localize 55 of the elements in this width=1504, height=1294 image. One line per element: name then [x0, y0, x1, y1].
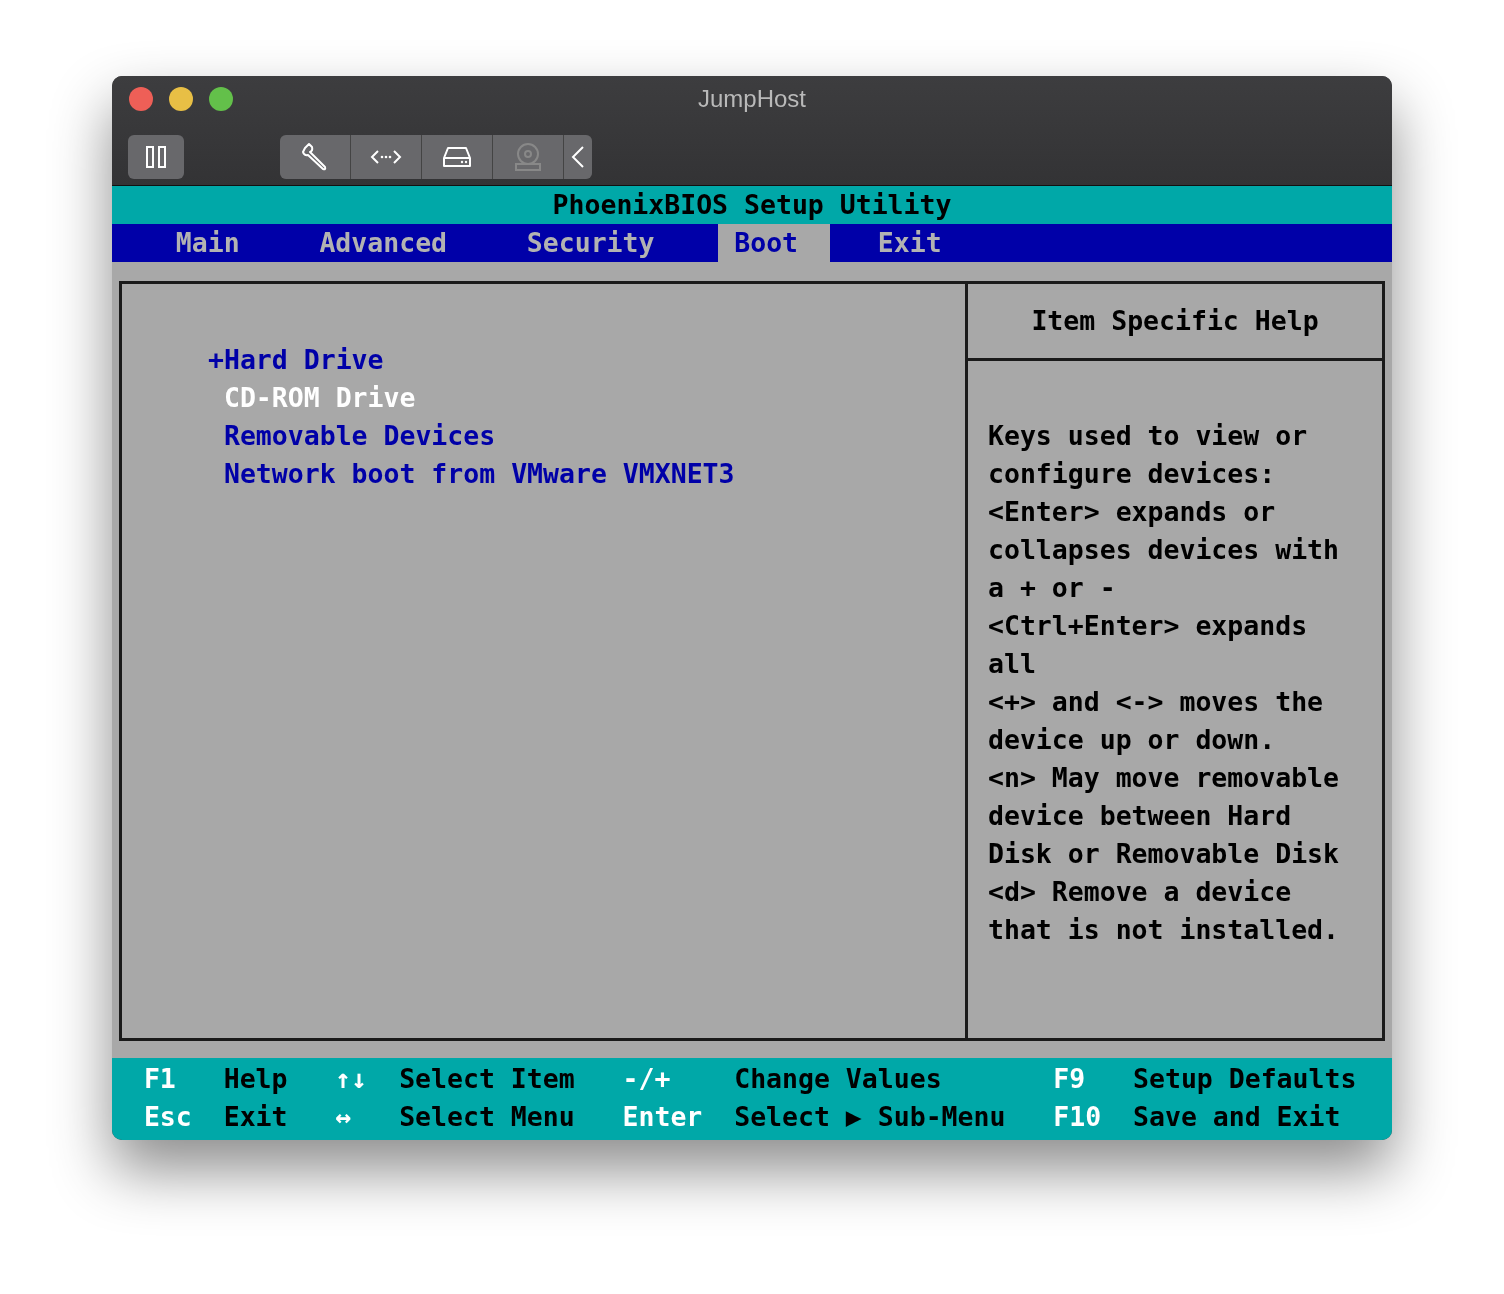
menu-tab[interactable]: Main — [159, 224, 272, 262]
boot-device-item[interactable]: Removable Devices — [223, 417, 496, 455]
key-action: Setup Defaults — [1133, 1062, 1358, 1096]
disk-button[interactable] — [422, 135, 492, 179]
help-text-line: <d> Remove a device — [988, 875, 1293, 909]
wrench-button[interactable] — [280, 135, 350, 179]
menu-tab[interactable]: Advanced — [303, 224, 479, 262]
menu-tab[interactable]: Exit — [861, 224, 974, 262]
disc-icon — [513, 142, 543, 172]
help-text-line: <Enter> expands or — [988, 495, 1277, 529]
help-text-line: that is not installed. — [988, 913, 1340, 947]
help-text-line: device between Hard — [988, 799, 1293, 833]
key-label: ↔ — [335, 1100, 353, 1134]
help-text-line: configure devices: — [988, 457, 1277, 491]
help-text-line: <+> and <-> moves the — [988, 685, 1325, 719]
key-label: F9 — [1053, 1062, 1087, 1096]
minimize-button[interactable] — [169, 87, 193, 111]
pause-button[interactable] — [128, 135, 184, 179]
help-text-line: <n> May move removable — [988, 761, 1340, 795]
key-action: Change Values — [734, 1062, 943, 1096]
key-action: Select Item — [399, 1062, 576, 1096]
bios-title: PhoenixBIOS Setup Utility — [112, 186, 1392, 224]
key-label: Esc — [143, 1100, 193, 1134]
boot-device-item[interactable]: Network boot from VMware VMXNET3 — [223, 455, 735, 493]
collapse-button[interactable] — [564, 135, 592, 179]
boot-device-item[interactable]: Hard Drive — [223, 341, 384, 379]
menu-tab[interactable]: Boot — [718, 224, 830, 262]
menu-tab[interactable]: Security — [510, 224, 687, 262]
key-label: -/+ — [622, 1062, 672, 1096]
help-text-line: collapses devices with — [988, 533, 1340, 567]
window-title: JumpHost — [697, 85, 806, 112]
help-title: Item Specific Help — [968, 284, 1382, 361]
key-label: ↑↓ — [335, 1062, 369, 1096]
zoom-button[interactable] — [209, 87, 233, 111]
help-text-line: a + or - — [988, 571, 1117, 605]
key-action: Select Menu — [399, 1100, 576, 1134]
help-text-line: all — [988, 647, 1037, 681]
code-button[interactable] — [351, 135, 421, 179]
key-action: Save and Exit — [1133, 1100, 1342, 1134]
key-label: F10 — [1053, 1100, 1103, 1134]
expand-marker: + — [208, 344, 224, 375]
key-label: F1 — [143, 1062, 177, 1096]
hard-disk-icon — [442, 145, 472, 169]
key-action: Exit — [223, 1100, 289, 1134]
help-text-line: Disk or Removable Disk — [988, 837, 1340, 871]
key-action: Help — [223, 1062, 289, 1096]
help-text-line: Keys used to view or — [988, 419, 1309, 453]
key-label: Enter — [622, 1100, 704, 1134]
arrows-dots-icon — [370, 149, 402, 165]
pause-icon — [145, 145, 167, 169]
key-action: Select ▶ Sub-Menu — [734, 1100, 1007, 1134]
help-text-line: <Ctrl+Enter> expands — [988, 609, 1309, 643]
help-text-line: device up or down. — [988, 723, 1277, 757]
close-button[interactable] — [129, 87, 153, 111]
chevron-left-icon — [571, 145, 585, 169]
